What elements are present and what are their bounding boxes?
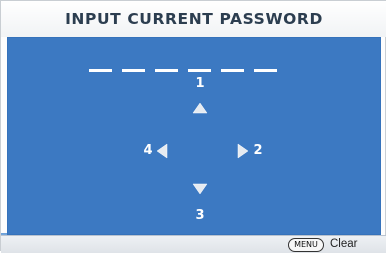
arrow-left-icon[interactable] [156,143,168,159]
password-slot [89,69,112,72]
digit-up-label: 1 [195,76,205,91]
digit-down-label: 3 [195,208,205,223]
clear-action-label: Clear [330,238,358,250]
menu-key-badge[interactable]: MENU [288,238,324,252]
dialog-title: INPUT CURRENT PASSWORD [1,1,386,37]
password-panel [7,37,381,235]
arrow-down-icon[interactable] [192,183,208,195]
dialog-footer [1,235,386,253]
password-slot [155,69,178,72]
digit-right-label: 2 [253,143,263,158]
password-slot [254,69,277,72]
password-slot [188,69,211,72]
password-slot [221,69,244,72]
password-dialog: INPUT CURRENT PASSWORD 1 4 2 3 MENU Clea… [0,0,386,253]
arrow-right-icon[interactable] [237,143,249,159]
password-slot [122,69,145,72]
arrow-up-icon[interactable] [192,102,208,114]
password-dashes [89,69,277,73]
digit-left-label: 4 [143,143,153,158]
